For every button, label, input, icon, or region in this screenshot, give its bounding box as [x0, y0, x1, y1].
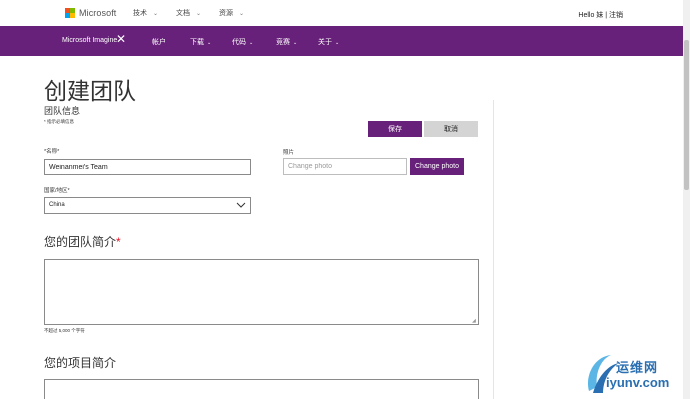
chevron-down-icon: ⌄ — [153, 11, 159, 17]
chevron-down-icon: ⌄ — [207, 40, 212, 46]
imagine-logo-icon: ✕ — [116, 32, 127, 46]
subnav-about-label: 关于 — [318, 39, 332, 46]
brand-name[interactable]: Microsoft — [79, 8, 116, 18]
chevron-down-icon: ⌄ — [239, 11, 245, 17]
char-limit-note: 不超过 5,000 个字符 — [44, 328, 85, 333]
change-photo-button[interactable]: Change photo — [410, 158, 464, 175]
scrollbar-thumb[interactable] — [684, 40, 689, 190]
resize-handle-icon[interactable]: ◢ — [472, 318, 476, 324]
cancel-button[interactable]: 取消 — [424, 121, 478, 137]
top-header: Microsoft 技术 ⌄ 文档 ⌄ 资源 ⌄ Hello 妹 | 注销 — [0, 0, 683, 26]
required-star: * — [116, 235, 121, 249]
country-value: China — [49, 202, 65, 208]
subnav-about[interactable]: 关于 ⌄ — [318, 37, 339, 47]
photo-label: 照片 — [283, 150, 295, 156]
subnav-download-label: 下载 — [190, 39, 204, 46]
country-label: 国家/地区* — [44, 188, 70, 194]
project-intro-textarea[interactable] — [44, 379, 479, 399]
watermark-cn-text: 运维网 — [616, 360, 659, 375]
chevron-down-icon: ⌄ — [335, 40, 340, 46]
chevron-down-icon: ⌄ — [293, 40, 298, 46]
subnav-account[interactable]: 帐户 — [152, 37, 166, 47]
nav-resources-label: 资源 — [219, 10, 233, 17]
nav-tech[interactable]: 技术 ⌄ — [133, 8, 158, 18]
team-intro-heading: 您的团队简介* — [44, 233, 121, 250]
subnav-competitions-label: 竞赛 — [276, 39, 290, 46]
photo-input[interactable] — [283, 158, 407, 175]
subnav-competitions[interactable]: 竞赛 ⌄ — [276, 37, 297, 47]
vertical-divider — [493, 100, 494, 399]
nav-docs-label: 文档 — [176, 10, 190, 17]
subnav-code-label: 代码 — [232, 39, 246, 46]
team-name-input[interactable] — [44, 159, 251, 175]
project-intro-heading: 您的项目简介 — [44, 356, 117, 370]
chevron-down-icon: ⌄ — [196, 11, 202, 17]
subnav-download[interactable]: 下载 ⌄ — [190, 37, 211, 47]
nav-tech-label: 技术 — [133, 10, 147, 17]
save-button[interactable]: 保存 — [368, 121, 422, 137]
imagine-nav-bar: Microsoft Imagine ✕ 帐户 下载 ⌄ 代码 ⌄ 竞赛 ⌄ 关于 ⌄ — [0, 26, 683, 56]
team-intro-textarea[interactable] — [44, 259, 479, 325]
page-title: 创建团队 — [44, 78, 136, 104]
page-scrollbar[interactable] — [683, 0, 690, 399]
user-greeting[interactable]: Hello 妹 | 注销 — [578, 10, 623, 20]
chevron-down-icon — [236, 202, 246, 208]
team-intro-heading-text: 您的团队简介 — [44, 235, 117, 249]
chevron-down-icon: ⌄ — [249, 40, 254, 46]
name-label: *名称* — [44, 149, 60, 155]
imagine-brand[interactable]: Microsoft Imagine — [62, 37, 117, 44]
required-note: * 指示必填信息 — [44, 119, 75, 124]
watermark-en-text: iyunv.com — [606, 375, 670, 390]
country-select[interactable]: China — [44, 197, 251, 214]
microsoft-logo-icon[interactable] — [65, 8, 75, 18]
section-title: 团队信息 — [44, 106, 81, 116]
subnav-code[interactable]: 代码 ⌄ — [232, 37, 253, 47]
nav-docs[interactable]: 文档 ⌄ — [176, 8, 201, 18]
nav-resources[interactable]: 资源 ⌄ — [219, 8, 244, 18]
